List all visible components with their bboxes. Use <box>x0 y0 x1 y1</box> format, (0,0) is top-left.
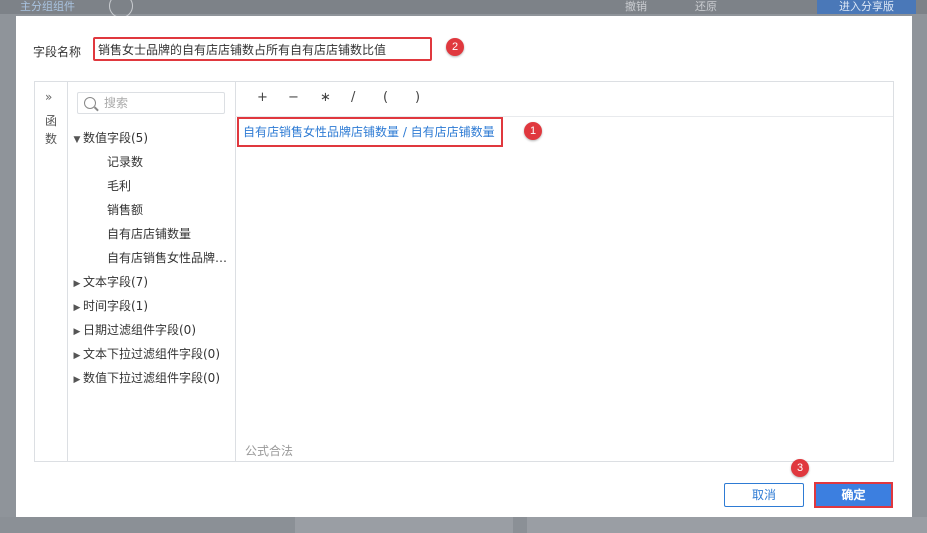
caret-down-icon: ▼ <box>73 135 81 145</box>
operator-plus[interactable]: + <box>257 90 268 105</box>
function-panel-toggle[interactable]: » 函数 <box>35 82 68 461</box>
field-search-input[interactable] <box>104 95 214 111</box>
tree-item-record-count[interactable]: 记录数 <box>69 150 233 174</box>
formula-expression[interactable]: 自有店销售女性品牌店铺数量 / 自有店店铺数量 <box>237 117 503 147</box>
caret-right-icon: ▶ <box>73 279 81 289</box>
annotation-marker-2: 2 <box>446 38 464 56</box>
field-tree: ▼ 数值字段(5) 记录数 毛利 销售额 自有店店铺数量 自有店销售女性品牌… ▶… <box>69 126 233 390</box>
cancel-button[interactable]: 取消 <box>724 483 804 507</box>
annotation-marker-3: 3 <box>791 459 809 477</box>
background-panel-right <box>527 517 927 533</box>
tree-group-label: 时间字段(1) <box>83 299 148 313</box>
annotation-marker-1: 1 <box>524 122 542 140</box>
background-title: 主分组组件 <box>20 0 75 13</box>
tree-group-label: 数值字段(5) <box>83 131 148 145</box>
operator-right-paren[interactable]: ) <box>415 90 420 105</box>
background-undo: 撤销 <box>625 0 647 13</box>
tree-group-text[interactable]: ▶ 文本字段(7) <box>69 270 233 294</box>
caret-right-icon: ▶ <box>73 375 81 385</box>
field-name-row: 字段名称 2 <box>16 16 912 81</box>
tree-group-numeric-dropdown-filter[interactable]: ▶ 数值下拉过滤组件字段(0) <box>69 366 233 390</box>
background-share-button: 进入分享版 <box>817 0 916 14</box>
caret-right-icon: ▶ <box>73 303 81 313</box>
operator-bar: + − ∗ / ( ) <box>235 82 893 117</box>
operator-minus[interactable]: − <box>288 90 299 105</box>
function-label: 函数 <box>44 114 57 146</box>
formula-area[interactable]: + − ∗ / ( ) 自有店销售女性品牌店铺数量 / 自有店店铺数量 1 公式… <box>235 82 893 461</box>
confirm-button[interactable]: 确定 <box>814 482 893 508</box>
tree-group-label: 文本字段(7) <box>83 275 148 289</box>
background-bottom <box>0 517 927 533</box>
tree-group-time[interactable]: ▶ 时间字段(1) <box>69 294 233 318</box>
formula-validity-status: 公式合法 <box>245 444 294 458</box>
operator-multiply[interactable]: ∗ <box>320 90 331 105</box>
tree-item-gross-profit[interactable]: 毛利 <box>69 174 233 198</box>
tree-item-sales[interactable]: 销售额 <box>69 198 233 222</box>
caret-right-icon: ▶ <box>73 327 81 337</box>
operator-left-paren[interactable]: ( <box>383 90 388 105</box>
tree-group-label: 日期过滤组件字段(0) <box>83 323 196 337</box>
tree-item-own-store-female-brand[interactable]: 自有店销售女性品牌… <box>69 246 233 270</box>
expand-chevron-icon: » <box>45 90 53 104</box>
formula-field-dialog: 字段名称 2 » 函数 ▼数值字段(5) 记录数 毛利 销售额 自有店店铺数量 … <box>16 16 912 517</box>
operator-divide[interactable]: / <box>351 90 355 105</box>
tree-group-numeric[interactable]: ▼ 数值字段(5) <box>69 126 233 150</box>
tree-item-own-store-count[interactable]: 自有店店铺数量 <box>69 222 233 246</box>
tree-group-date-filter[interactable]: ▶ 日期过滤组件字段(0) <box>69 318 233 342</box>
formula-editor: » 函数 ▼数值字段(5) 记录数 毛利 销售额 自有店店铺数量 自有店销售女性… <box>34 81 894 462</box>
tree-group-label: 数值下拉过滤组件字段(0) <box>83 371 220 385</box>
background-redo: 还原 <box>695 0 717 13</box>
background-panel-left <box>295 517 513 533</box>
search-icon <box>84 97 96 109</box>
field-name-label: 字段名称 <box>33 45 82 59</box>
caret-right-icon: ▶ <box>73 351 81 361</box>
tree-group-text-dropdown-filter[interactable]: ▶ 文本下拉过滤组件字段(0) <box>69 342 233 366</box>
field-name-input[interactable] <box>93 37 432 61</box>
field-list-panel: ▼数值字段(5) 记录数 毛利 销售额 自有店店铺数量 自有店销售女性品牌… ▶… <box>67 82 236 461</box>
background-toolbar: 主分组组件 撤销 还原 进入分享版 <box>0 0 927 18</box>
tree-group-label: 文本下拉过滤组件字段(0) <box>83 347 220 361</box>
field-search[interactable] <box>77 92 225 114</box>
